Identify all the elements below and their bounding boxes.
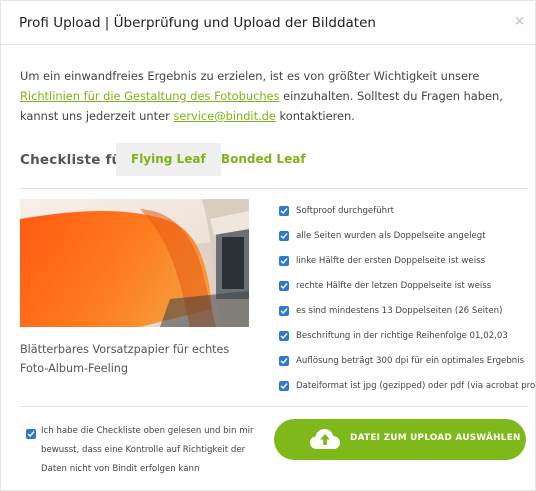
checkbox[interactable] bbox=[279, 206, 289, 216]
upload-file-button[interactable]: DATEI ZUM UPLOAD AUSWÄHLEN bbox=[274, 419, 526, 460]
checklist-item-label: Auflösung beträgt 300 dpi für ein optima… bbox=[296, 356, 525, 366]
confirm-checkbox[interactable] bbox=[26, 429, 36, 439]
checklist-item-label: es sind mindestens 13 Doppelseiten (26 S… bbox=[296, 306, 503, 316]
guidelines-link[interactable]: Richtlinien für die Gestaltung des Fotob… bbox=[20, 89, 280, 103]
cloud-upload-icon bbox=[310, 429, 340, 449]
tab-flying-leaf[interactable]: Flying Leaf bbox=[116, 143, 221, 176]
checkbox[interactable] bbox=[279, 281, 289, 291]
intro-text: Um ein einwandfreies Ergebnis zu erziele… bbox=[20, 66, 525, 126]
checkbox[interactable] bbox=[279, 231, 289, 241]
checklist-label: Checkliste für bbox=[20, 152, 129, 168]
checklist-item-label: Beschriftung in der richtige Reihenfolge… bbox=[296, 331, 508, 341]
upload-button-label: DATEI ZUM UPLOAD AUSWÄHLEN bbox=[350, 433, 521, 443]
checkbox[interactable] bbox=[279, 306, 289, 316]
upload-dialog: Profi Upload | Überprüfung und Upload de… bbox=[0, 0, 536, 491]
checklist-item-label: rechte Hälfte der letzen Doppelseite ist… bbox=[296, 281, 492, 291]
checkbox[interactable] bbox=[279, 331, 289, 341]
intro-text-part: Um ein einwandfreies Ergebnis zu erziele… bbox=[20, 69, 480, 83]
checkbox[interactable] bbox=[279, 256, 289, 266]
divider bbox=[20, 406, 528, 407]
close-button[interactable]: × bbox=[514, 14, 525, 29]
checkbox[interactable] bbox=[279, 381, 289, 391]
checkbox[interactable] bbox=[279, 356, 289, 366]
checklist-header: Checkliste für Flying Leaf Bonded Leaf bbox=[20, 143, 525, 177]
tab-bonded-leaf[interactable]: Bonded Leaf bbox=[206, 143, 321, 176]
dialog-header: Profi Upload | Überprüfung und Upload de… bbox=[1, 1, 535, 45]
checklist-item-label: Dateiformat ist jpg (gezipped) oder pdf … bbox=[296, 381, 536, 391]
confirm-label: Ich habe die Checkliste oben gelesen und… bbox=[41, 426, 254, 474]
checklist-item-label: alle Seiten wurden als Doppelseite angel… bbox=[296, 231, 486, 241]
divider bbox=[20, 188, 528, 189]
flying-leaf-photo bbox=[20, 199, 249, 327]
product-caption: Blätterbares Vorsatzpapier für echtes Fo… bbox=[20, 343, 230, 375]
intro-text-part: kontaktieren. bbox=[275, 109, 355, 123]
checklist-item-label: linke Hälfte der ersten Doppelseite ist … bbox=[296, 256, 486, 266]
dialog-title: Profi Upload | Überprüfung und Upload de… bbox=[19, 15, 376, 31]
checklist-item-label: Softproof durchgeführt bbox=[296, 206, 395, 216]
email-link[interactable]: service@bindit.de bbox=[173, 109, 276, 123]
